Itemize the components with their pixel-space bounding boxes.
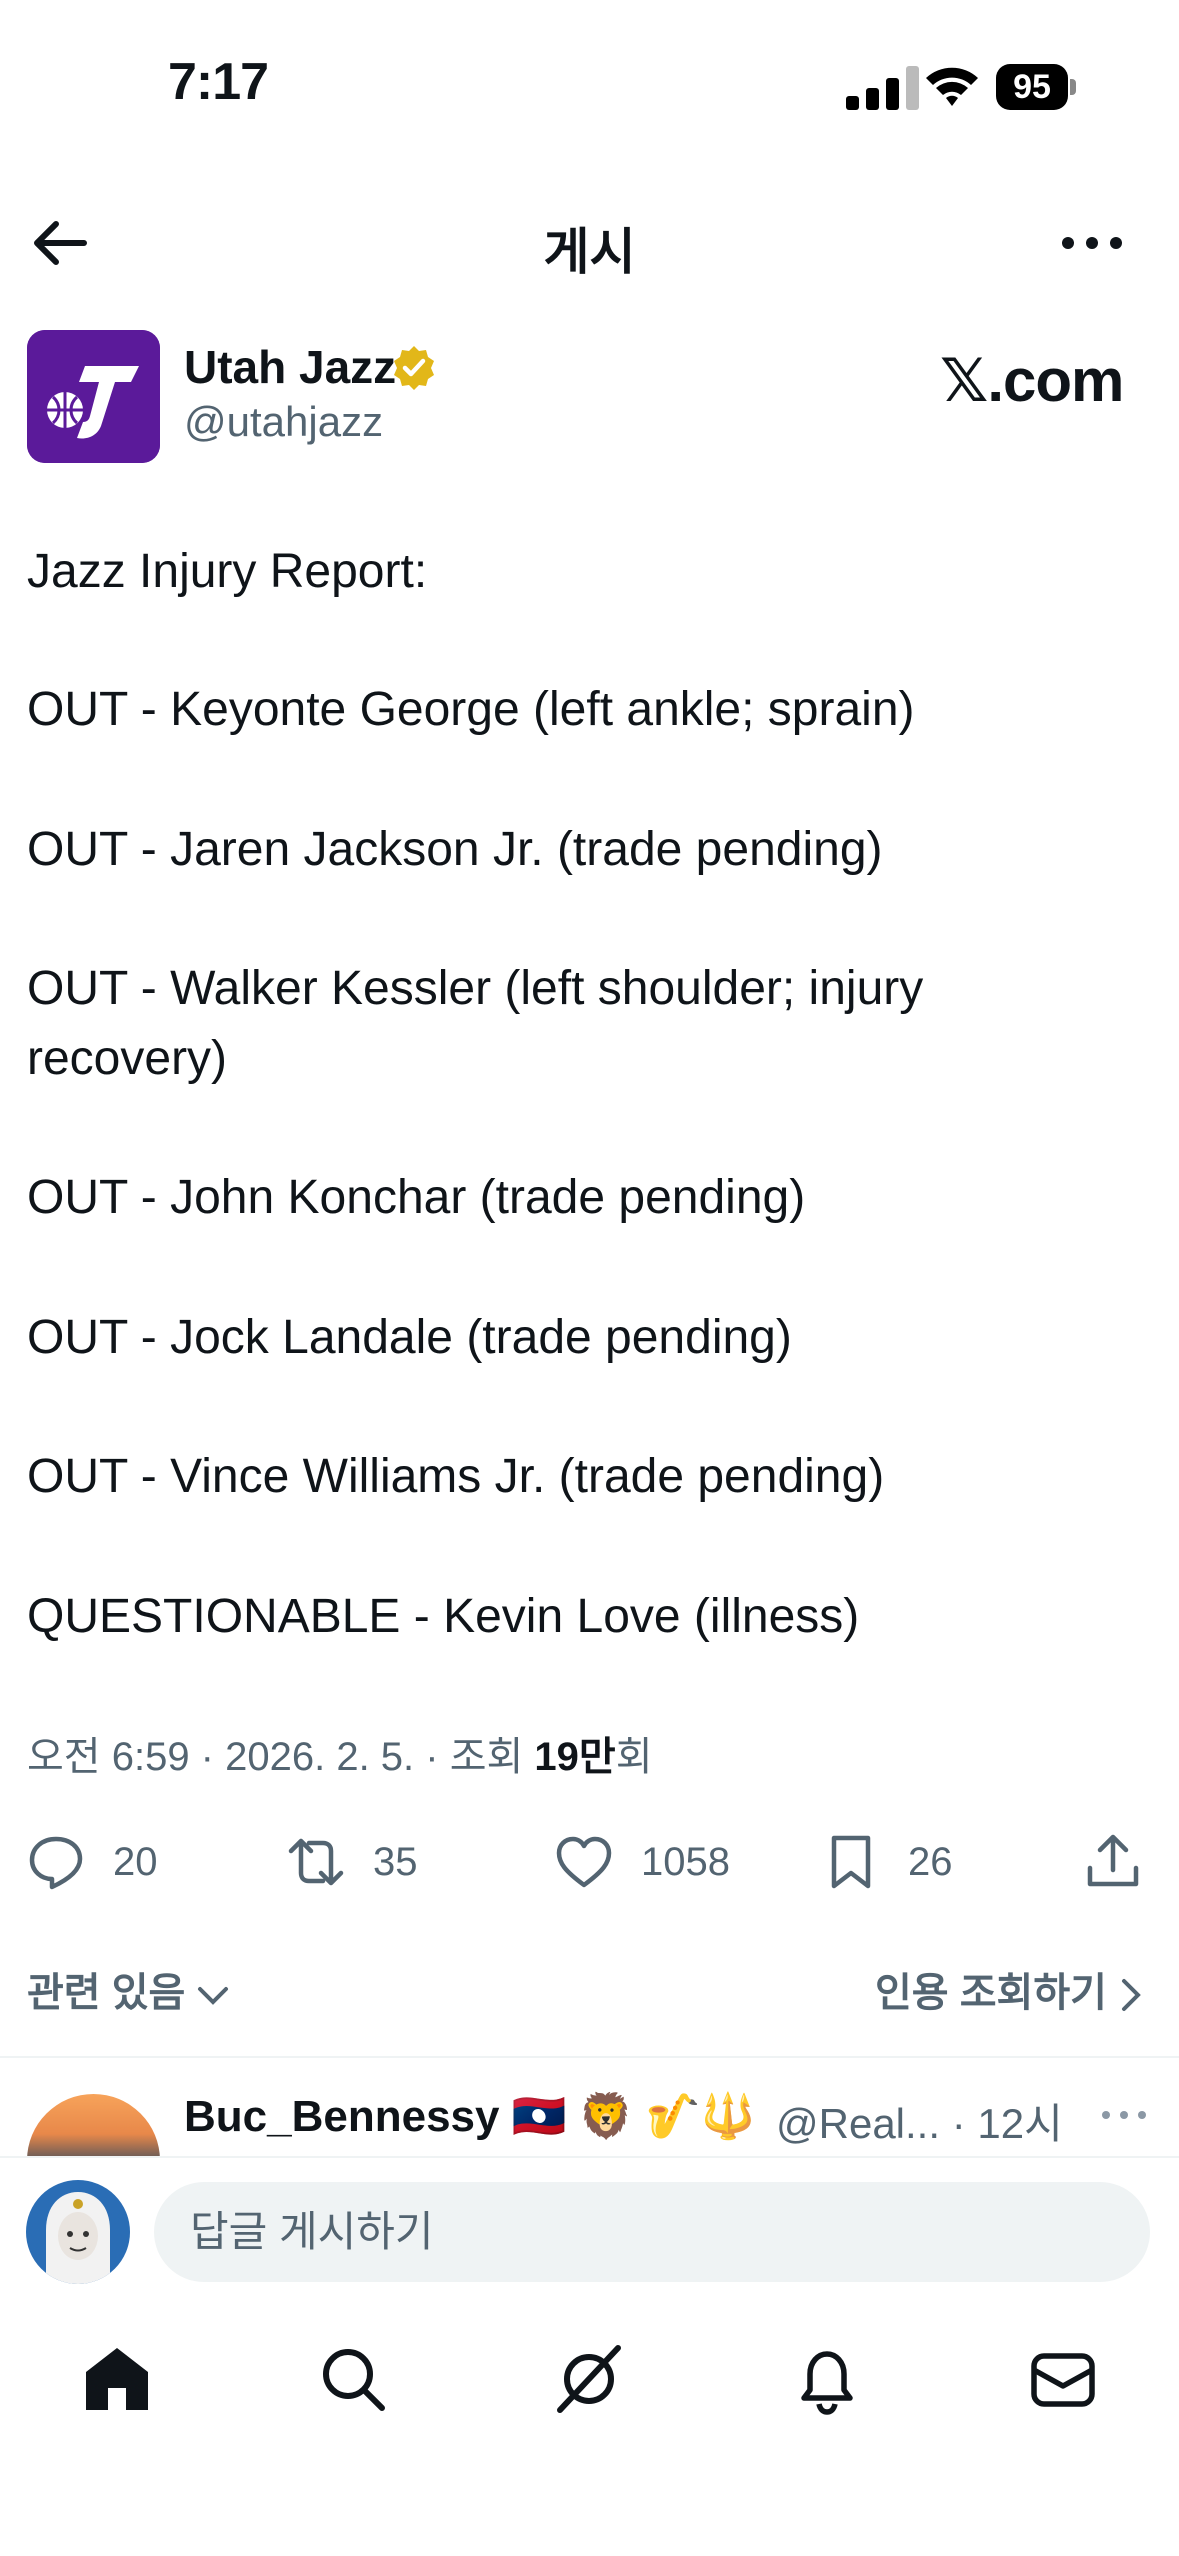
more-options-icon[interactable] [1060, 218, 1124, 268]
author-handle[interactable]: @utahjazz [184, 398, 383, 446]
share-icon[interactable] [1084, 1832, 1142, 1890]
page-title: 게시 [543, 224, 636, 280]
search-icon[interactable] [316, 2342, 390, 2416]
divider [0, 2056, 1179, 2058]
author-avatar[interactable] [27, 330, 160, 463]
related-label: 관련 있음 [27, 1971, 186, 2015]
profile-picture-icon [26, 2180, 130, 2284]
retweet-count: 35 [373, 1839, 418, 1884]
tweet-timestamp: 오전 6:59 · 2026. 2. 5. · 조회 [27, 1735, 535, 1779]
chevron-right-icon [1122, 1979, 1141, 2012]
tweet-text-line: OUT - Keyonte George (left ankle; sprain… [27, 683, 915, 736]
reply-count: 20 [113, 1839, 158, 1884]
reply-input[interactable]: 답글 게시하기 [154, 2182, 1150, 2282]
chevron-down-icon [198, 1987, 229, 2006]
jazz-logo-icon [27, 330, 160, 463]
battery-icon: 95 [996, 64, 1076, 110]
cell-signal-icon [846, 66, 919, 110]
author-name[interactable]: Utah Jazz [184, 340, 396, 394]
messages-icon[interactable] [1026, 2342, 1100, 2416]
verified-badge-icon [394, 346, 434, 390]
like-count: 1058 [641, 1839, 730, 1884]
tweet-text-line: Jazz Injury Report: [27, 545, 428, 598]
reply-author-handle: @Real... · 12시 [776, 2100, 1063, 2147]
retweet-icon [288, 1838, 344, 1886]
reply-button[interactable]: 20 [27, 1832, 158, 1892]
wifi-icon [926, 67, 978, 106]
status-time: 7:17 [168, 53, 269, 111]
related-dropdown[interactable]: 관련 있음 [27, 1960, 230, 2018]
x-watermark: 𝕏.com [940, 347, 1124, 414]
reply-more-icon[interactable] [1100, 2100, 1148, 2130]
tweet-meta: 오전 6:59 · 2026. 2. 5. · 조회 19만회 [27, 1724, 653, 1782]
bookmark-icon [831, 1835, 871, 1889]
tweet-text-line: OUT - Jock Landale (trade pending) [27, 1311, 792, 1364]
battery-level: 95 [996, 64, 1068, 110]
reply-author-name[interactable]: Buc_Bennessy 🇱🇦 🦁 🎷🔱 [184, 2090, 755, 2142]
my-avatar[interactable] [26, 2180, 130, 2284]
heart-icon [556, 1836, 612, 1888]
view-quotes-label: 인용 조회하기 [875, 1971, 1107, 2015]
tweet-text-line: OUT - Jaren Jackson Jr. (trade pending) [27, 823, 883, 876]
tweet-text-line: OUT - Walker Kessler (left shoulder; inj… [27, 962, 924, 1015]
view-count[interactable]: 19만 [534, 1735, 615, 1779]
notifications-icon[interactable] [790, 2342, 864, 2416]
tweet-text-line: recovery) [27, 1032, 228, 1085]
tweet-text-line: QUESTIONABLE - Kevin Love (illness) [27, 1590, 860, 1643]
retweet-button[interactable]: 35 [287, 1832, 418, 1892]
like-button[interactable]: 1058 [555, 1832, 730, 1892]
tweet-text-line: OUT - Vince Williams Jr. (trade pending) [27, 1450, 885, 1503]
bookmark-count: 26 [908, 1839, 953, 1884]
reply-icon [29, 1836, 83, 1890]
view-quotes-link[interactable]: 인용 조회하기 [875, 1960, 1144, 2018]
home-icon[interactable] [80, 2342, 154, 2416]
view-suffix: 회 [615, 1735, 653, 1779]
bookmark-button[interactable]: 26 [822, 1832, 953, 1892]
grok-icon[interactable] [552, 2342, 626, 2416]
tweet-text-line: OUT - John Konchar (trade pending) [27, 1171, 806, 1224]
